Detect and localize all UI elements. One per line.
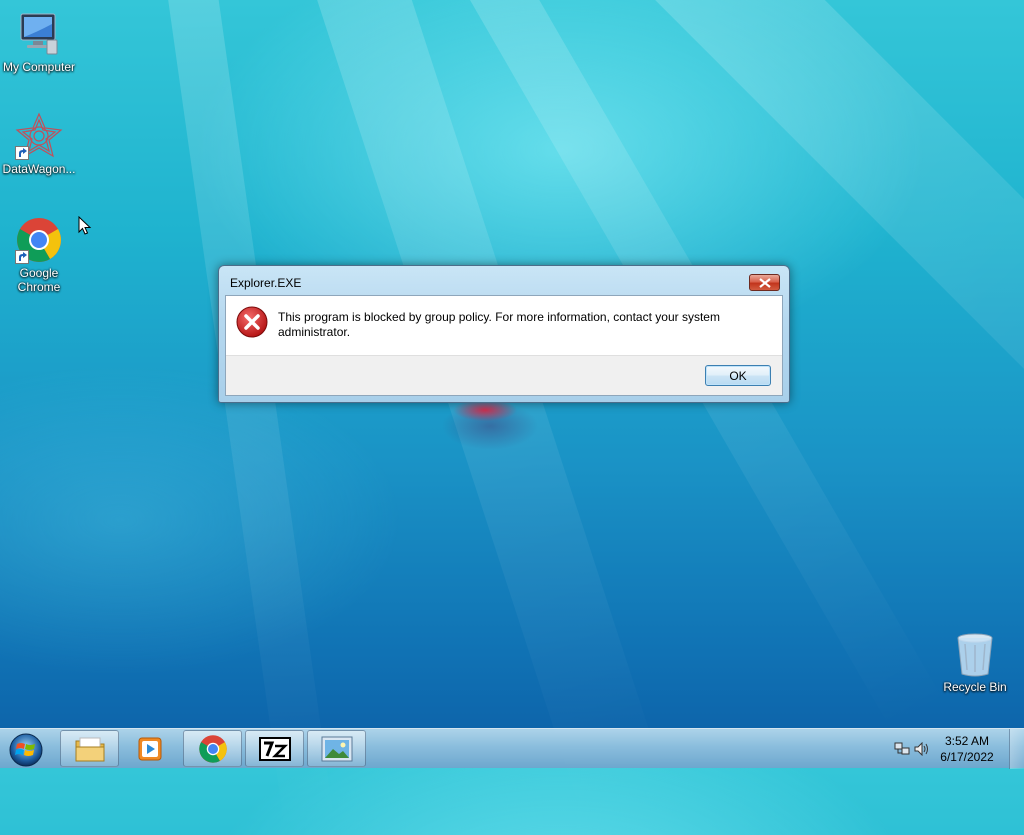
close-button[interactable] bbox=[749, 274, 780, 291]
desktop-icon-datawagon[interactable]: DataWagon... bbox=[0, 112, 78, 176]
shortcut-arrow-icon bbox=[15, 146, 29, 160]
recycle-bin-icon bbox=[951, 630, 999, 678]
taskbar-file-explorer[interactable] bbox=[60, 730, 119, 767]
error-dialog: Explorer.EXE This program is blocked by … bbox=[218, 265, 790, 403]
taskbar: 3:52 AM 6/17/2022 bbox=[0, 728, 1024, 769]
show-desktop-button[interactable] bbox=[1009, 729, 1024, 769]
message-area: This program is blocked by group policy.… bbox=[226, 296, 782, 355]
wallpaper-fish bbox=[420, 398, 550, 458]
7zip-icon bbox=[258, 736, 291, 761]
taskbar-google-chrome[interactable] bbox=[183, 730, 242, 767]
system-tray: 3:52 AM 6/17/2022 bbox=[884, 729, 1024, 769]
error-message: This program is blocked by group policy.… bbox=[278, 310, 720, 339]
windows-orb-icon bbox=[9, 733, 43, 767]
chrome-icon bbox=[198, 734, 227, 763]
desktop-icon-label: Google Chrome bbox=[17, 266, 61, 294]
dialog-body: This program is blocked by group policy.… bbox=[225, 295, 783, 396]
ok-button[interactable]: OK bbox=[705, 365, 771, 386]
volume-icon[interactable] bbox=[914, 742, 930, 756]
shortcut-arrow-icon bbox=[15, 250, 29, 264]
clock[interactable]: 3:52 AM 6/17/2022 bbox=[932, 733, 1002, 765]
wallpaper-ray bbox=[160, 0, 336, 835]
datawagon-icon bbox=[15, 112, 63, 160]
desktop-icon-label: Recycle Bin bbox=[943, 680, 1007, 694]
desktop-icon-label: My Computer bbox=[2, 60, 76, 74]
desktop-icon-recycle-bin[interactable]: Recycle Bin bbox=[936, 630, 1014, 694]
mouse-cursor-icon bbox=[78, 216, 92, 235]
network-icon[interactable] bbox=[894, 742, 910, 756]
folder-icon bbox=[75, 737, 104, 761]
close-icon bbox=[758, 277, 771, 288]
computer-icon bbox=[15, 10, 63, 58]
clock-time: 3:52 AM bbox=[944, 734, 990, 748]
error-icon bbox=[236, 306, 268, 338]
chrome-icon bbox=[15, 216, 63, 264]
start-button[interactable] bbox=[6, 731, 46, 767]
desktop-icon-label: DataWagon... bbox=[2, 162, 76, 176]
desktop-icon-my-computer[interactable]: My Computer bbox=[0, 10, 78, 74]
media-player-icon bbox=[138, 737, 161, 760]
taskbar-7zip[interactable] bbox=[245, 730, 304, 767]
image-viewer-icon bbox=[321, 736, 352, 761]
clock-date: 6/17/2022 bbox=[940, 750, 994, 764]
button-area: OK bbox=[226, 355, 782, 395]
taskbar-media-player[interactable] bbox=[120, 730, 179, 767]
desktop-icon-google-chrome[interactable]: Google Chrome bbox=[0, 216, 78, 294]
taskbar-image-viewer[interactable] bbox=[307, 730, 366, 767]
dialog-title: Explorer.EXE bbox=[230, 276, 302, 290]
